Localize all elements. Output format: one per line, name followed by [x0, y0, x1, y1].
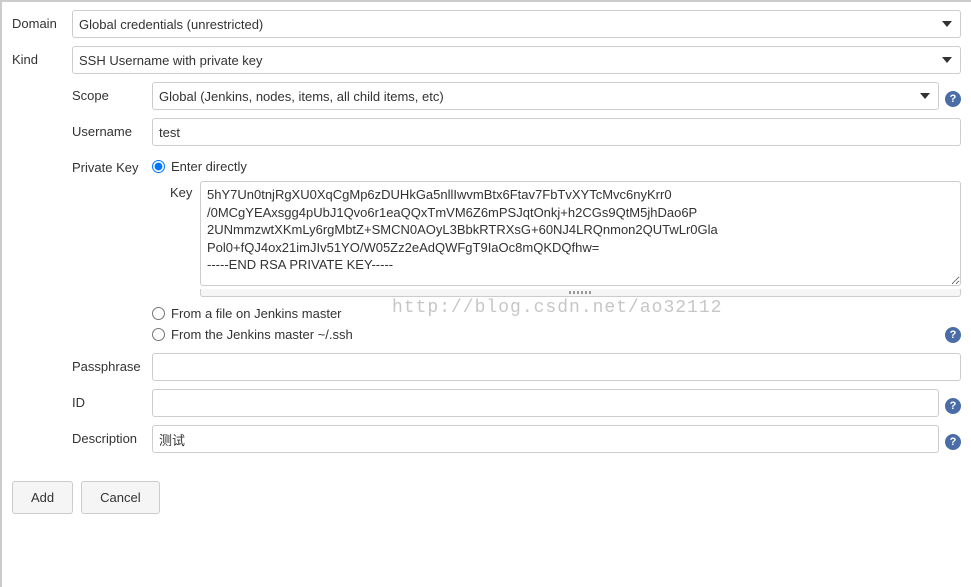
private-key-enter-directly-option[interactable]: Enter directly — [152, 156, 961, 177]
id-label: ID — [72, 389, 152, 410]
description-row: Description ? — [72, 425, 961, 453]
key-textarea[interactable]: 5hY7Un0tnjRgXU0XqCgMp6zDUHkGa5nllIwvmBtx… — [200, 181, 961, 286]
username-input[interactable] — [152, 118, 961, 146]
button-bar: Add Cancel — [2, 469, 971, 526]
kind-label: Kind — [12, 46, 72, 67]
private-key-row: Private Key Enter directly Key 5hY7Un0tn… — [72, 154, 961, 345]
description-help-icon[interactable]: ? — [945, 434, 961, 450]
private-key-from-file-radio[interactable] — [152, 307, 165, 320]
passphrase-label: Passphrase — [72, 353, 152, 374]
username-row: Username — [72, 118, 961, 146]
passphrase-row: Passphrase — [72, 353, 961, 381]
username-label: Username — [72, 118, 152, 139]
passphrase-input[interactable] — [152, 353, 961, 381]
add-button[interactable]: Add — [12, 481, 73, 514]
private-key-enter-directly-radio[interactable] — [152, 160, 165, 173]
scope-label: Scope — [72, 82, 152, 103]
scope-help-icon[interactable]: ? — [945, 91, 961, 107]
private-key-help-icon[interactable]: ? — [945, 327, 961, 343]
scope-select[interactable]: Global (Jenkins, nodes, items, all child… — [152, 82, 939, 110]
private-key-from-ssh-label: From the Jenkins master ~/.ssh — [171, 327, 353, 342]
domain-label: Domain — [12, 10, 72, 31]
kind-row: Kind SSH Username with private key — [12, 46, 961, 74]
private-key-from-file-label: From a file on Jenkins master — [171, 306, 342, 321]
textarea-resize-handle[interactable] — [200, 289, 961, 297]
domain-row: Domain Global credentials (unrestricted) — [12, 10, 961, 38]
private-key-from-file-option[interactable]: From a file on Jenkins master — [152, 303, 939, 324]
credentials-form: Domain Global credentials (unrestricted)… — [2, 2, 971, 469]
id-row: ID ? — [72, 389, 961, 417]
private-key-enter-directly-label: Enter directly — [171, 159, 247, 174]
description-label: Description — [72, 425, 152, 446]
kind-details: Scope Global (Jenkins, nodes, items, all… — [72, 82, 961, 453]
cancel-button[interactable]: Cancel — [81, 481, 159, 514]
id-input[interactable] — [152, 389, 939, 417]
private-key-from-ssh-radio[interactable] — [152, 328, 165, 341]
id-help-icon[interactable]: ? — [945, 398, 961, 414]
private-key-label: Private Key — [72, 154, 152, 175]
kind-select[interactable]: SSH Username with private key — [72, 46, 961, 74]
key-label: Key — [170, 181, 200, 297]
key-block: Key 5hY7Un0tnjRgXU0XqCgMp6zDUHkGa5nllIwv… — [170, 181, 961, 297]
scope-row: Scope Global (Jenkins, nodes, items, all… — [72, 82, 961, 110]
description-input[interactable] — [152, 425, 939, 453]
private-key-from-ssh-option[interactable]: From the Jenkins master ~/.ssh — [152, 324, 939, 345]
domain-select[interactable]: Global credentials (unrestricted) — [72, 10, 961, 38]
